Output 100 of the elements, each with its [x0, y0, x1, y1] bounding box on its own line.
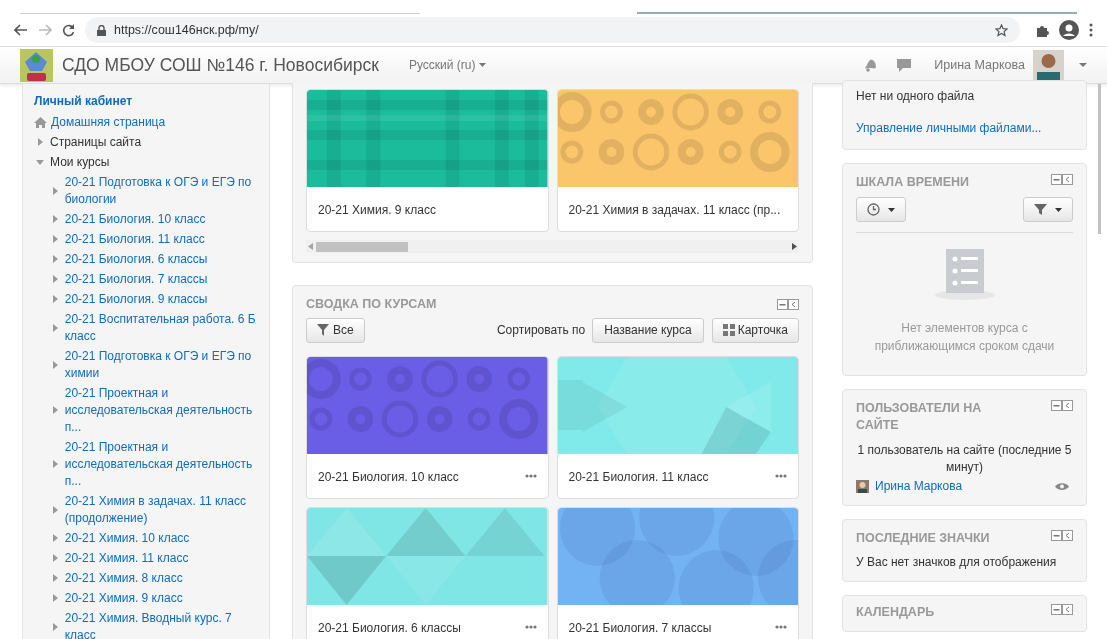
caret-right-icon[interactable]: [50, 235, 59, 243]
caret-icon[interactable]: [1079, 63, 1087, 67]
nav-link[interactable]: Мои курсы: [50, 153, 110, 171]
course-title[interactable]: 20-21 Биология. 10 класс: [318, 467, 459, 486]
caret-right-icon[interactable]: [50, 554, 59, 562]
course-link[interactable]: 20-21 Биология. 9 классы: [64, 290, 258, 308]
home-icon: [34, 116, 47, 128]
back-icon[interactable]: [14, 24, 28, 36]
caret-icon: [479, 63, 487, 67]
caret-right-icon[interactable]: [50, 622, 59, 631]
caret-right-icon[interactable]: [50, 505, 59, 514]
online-summary: 1 пользователь на сайте (последние 5 минут): [856, 442, 1073, 476]
caret-right-icon[interactable]: [50, 574, 59, 582]
more-icon[interactable]: [524, 473, 537, 478]
filter-button[interactable]: Все: [306, 317, 365, 343]
course-card[interactable]: 20-21 Биология. 7 классы: [556, 506, 799, 639]
course-link[interactable]: 20-21 Химия. 8 класс: [64, 569, 258, 587]
caret-right-icon[interactable]: [36, 138, 44, 146]
course-title[interactable]: 20-21 Химия в задачах. 11 класс (пр...: [568, 201, 781, 219]
caret-right-icon[interactable]: [50, 534, 59, 542]
block-controls-icon[interactable]: [1051, 604, 1073, 615]
course-link[interactable]: 20-21 Химия в задачах. 11 класс (продолжение): [64, 492, 258, 527]
course-link[interactable]: 20-21 Химия. 9 класс: [64, 589, 258, 607]
caret-right-icon[interactable]: [50, 295, 59, 303]
course-link[interactable]: 20-21 Биология. 7 классы: [64, 270, 258, 288]
course-title[interactable]: 20-21 Биология. 11 класс: [568, 467, 709, 486]
empty-text: Нет элементов курса с приближающимся сроком сдачи: [873, 320, 1056, 355]
caret-right-icon[interactable]: [50, 275, 59, 283]
sidebar-header[interactable]: Личный кабинет: [34, 92, 258, 110]
sort-button[interactable]: Название курса: [592, 317, 704, 343]
course-link[interactable]: 20-21 Подготовка к ОГЭ и ЕГЭ по химии: [64, 347, 258, 382]
caret-icon: [888, 207, 895, 212]
empty-text: У Вас нет значков для отображения: [856, 554, 1058, 571]
course-link[interactable]: 20-21 Проектная и исследовательская деятельность п...: [64, 384, 258, 436]
nav-link[interactable]: Домашняя страница: [51, 113, 166, 131]
caret-right-icon[interactable]: [50, 360, 59, 369]
horizontal-scrollbar[interactable]: [306, 240, 799, 253]
course-card[interactable]: 20-21 Биология. 11 класс: [556, 355, 799, 499]
site-name[interactable]: СДО МБОУ СОШ №146 г. Новосибирск: [62, 51, 379, 79]
chat-icon[interactable]: [897, 58, 912, 72]
caret-down-icon[interactable]: [36, 158, 44, 166]
sort-label: Сортировать по: [496, 322, 586, 340]
scroll-left-icon: [308, 243, 313, 250]
caret-right-icon[interactable]: [50, 255, 59, 263]
star-icon[interactable]: [995, 23, 1008, 37]
more-icon[interactable]: [1089, 23, 1093, 37]
block-controls-icon[interactable]: [777, 299, 799, 310]
sort-dropdown[interactable]: [856, 197, 906, 222]
empty-text: Нет ни одного файла: [856, 88, 976, 105]
grid-icon: [722, 324, 735, 337]
course-title[interactable]: 20-21 Биология. 7 классы: [568, 618, 712, 637]
caret-right-icon[interactable]: [50, 215, 59, 223]
address-bar[interactable]: https://сош146нск.рф/my/: [85, 17, 1020, 43]
course-link[interactable]: 20-21 Подготовка к ОГЭ и ЕГЭ по биологии: [64, 173, 258, 208]
view-button[interactable]: Карточка: [711, 317, 799, 343]
more-icon[interactable]: [524, 624, 537, 629]
caret-right-icon[interactable]: [50, 323, 59, 332]
puzzle-icon[interactable]: [1036, 23, 1049, 37]
block-title: ШКАЛА ВРЕМЕНИ: [856, 174, 970, 191]
course-link[interactable]: 20-21 Химия. 11 класс: [64, 549, 258, 567]
block-controls-icon[interactable]: [1051, 400, 1073, 411]
reload-icon[interactable]: [62, 23, 75, 37]
course-card[interactable]: 20-21 Химия. 9 класс: [306, 89, 549, 232]
caret-right-icon[interactable]: [50, 186, 59, 195]
bell-icon[interactable]: [863, 58, 878, 72]
course-card[interactable]: 20-21 Химия в задачах. 11 класс (пр...: [556, 89, 799, 232]
block-title: КАЛЕНДАРЬ: [856, 604, 935, 621]
course-link[interactable]: 20-21 Химия. 10 класс: [64, 529, 258, 547]
scroll-right-icon: [792, 243, 797, 250]
course-title[interactable]: 20-21 Биология. 6 классы: [318, 618, 461, 637]
manage-files-link[interactable]: Управление личными файлами...: [856, 119, 1073, 137]
more-icon[interactable]: [775, 473, 787, 478]
course-link[interactable]: 20-21 Биология. 10 класс: [64, 210, 258, 228]
course-card[interactable]: 20-21 Биология. 6 классы: [306, 506, 549, 639]
account-icon[interactable]: [1059, 20, 1079, 40]
caret-right-icon[interactable]: [50, 460, 59, 468]
eye-icon[interactable]: [1055, 481, 1069, 491]
course-link[interactable]: 20-21 Воспитательная работа. 6 Б класс: [64, 310, 258, 345]
nav-link[interactable]: Страницы сайта: [50, 133, 142, 151]
block-title: ПОЛЬЗОВАТЕЛИ НА САЙТЕ: [856, 400, 983, 434]
course-card[interactable]: 20-21 Биология. 10 класс: [306, 355, 549, 499]
avatar-icon: [856, 479, 869, 493]
caret-right-icon[interactable]: [50, 406, 59, 414]
caret-right-icon[interactable]: [50, 594, 59, 602]
course-link[interactable]: 20-21 Проектная и исследовательская деятельность п...: [64, 438, 258, 490]
block-controls-icon[interactable]: [1051, 530, 1073, 541]
block-title: ПОСЛЕДНИЕ ЗНАЧКИ: [856, 530, 990, 547]
empty-list-icon: [933, 249, 996, 301]
user-link[interactable]: Ирина Маркова: [875, 477, 963, 495]
language-menu[interactable]: Русский (ru): [408, 56, 487, 74]
filter-dropdown[interactable]: [1023, 197, 1073, 222]
course-link[interactable]: 20-21 Биология. 11 класс: [64, 230, 258, 248]
course-link[interactable]: 20-21 Химия. Вводный курс. 7 класс: [64, 609, 258, 639]
user-name[interactable]: Ирина Маркова: [934, 55, 1025, 75]
avatar[interactable]: [1033, 49, 1064, 81]
lock-icon: [97, 24, 106, 36]
course-link[interactable]: 20-21 Биология. 6 классы: [64, 250, 258, 268]
block-controls-icon[interactable]: [1051, 174, 1073, 185]
more-icon[interactable]: [775, 624, 787, 629]
course-title[interactable]: 20-21 Химия. 9 класс: [318, 201, 436, 219]
